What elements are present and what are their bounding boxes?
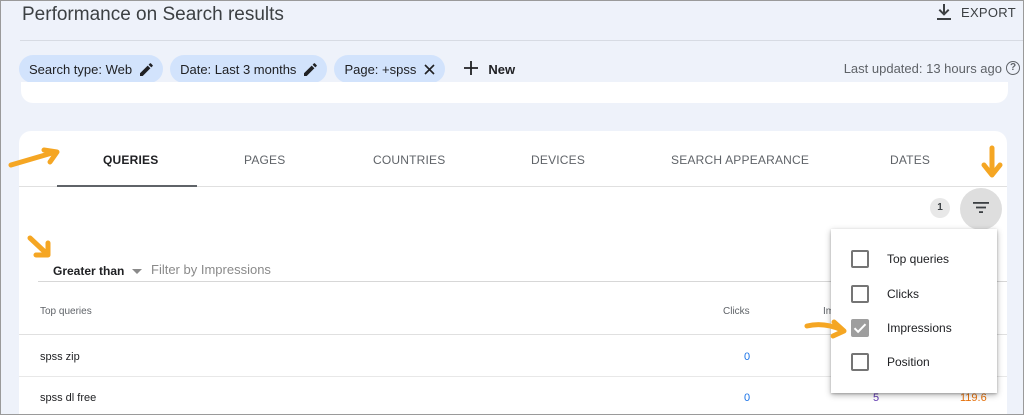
menu-item-label: Top queries bbox=[887, 252, 950, 266]
last-updated-text: Last updated: 13 hours ago bbox=[843, 61, 1002, 76]
filter-chips: Search type: Web Date: Last 3 months Pag… bbox=[19, 55, 515, 83]
position-cell: 119.6 bbox=[960, 392, 987, 404]
column-header-query[interactable]: Top queries bbox=[40, 306, 92, 317]
tab-search-appearance[interactable]: SEARCH APPEARANCE bbox=[671, 153, 809, 167]
menu-item-clicks[interactable]: Clicks bbox=[831, 277, 997, 311]
chip-label: Search type: Web bbox=[29, 61, 133, 77]
clicks-cell: 0 bbox=[744, 351, 751, 363]
pencil-icon[interactable] bbox=[304, 62, 318, 76]
pencil-icon[interactable] bbox=[140, 62, 153, 76]
checkbox-checked[interactable] bbox=[851, 319, 869, 337]
query-cell: spss dl free bbox=[40, 392, 97, 404]
filter-count-badge: 1 bbox=[930, 198, 950, 218]
search-type-chip[interactable]: Search type: Web bbox=[19, 55, 164, 83]
export-button[interactable]: EXPORT bbox=[936, 4, 1016, 20]
annotation-arrow-icon bbox=[981, 145, 1003, 178]
export-label: EXPORT bbox=[960, 4, 1016, 20]
clicks-cell: 0 bbox=[744, 392, 751, 404]
menu-item-impressions[interactable]: Impressions bbox=[831, 311, 997, 345]
dimension-tabs: QUERIES PAGES COUNTRIES DEVICES SEARCH A… bbox=[19, 131, 1007, 187]
tab-dates[interactable]: DATES bbox=[890, 153, 930, 167]
header-divider bbox=[20, 40, 1024, 41]
download-icon bbox=[936, 4, 951, 20]
date-chip[interactable]: Date: Last 3 months bbox=[170, 55, 328, 83]
query-cell: spss zip bbox=[40, 351, 80, 363]
impressions-cell: 5 bbox=[873, 392, 880, 404]
new-label: New bbox=[488, 61, 516, 77]
checkbox[interactable] bbox=[851, 353, 869, 371]
chip-label: Page: +spss bbox=[344, 61, 417, 77]
chart-card-bottom bbox=[21, 82, 1008, 103]
column-header-clicks[interactable]: Clicks bbox=[723, 306, 750, 317]
filter-list-icon bbox=[973, 200, 989, 218]
close-icon[interactable] bbox=[424, 63, 435, 75]
operator-select[interactable]: Greater than bbox=[53, 264, 143, 278]
tab-countries[interactable]: COUNTRIES bbox=[373, 153, 445, 167]
tab-devices[interactable]: DEVICES bbox=[531, 153, 585, 167]
checkbox[interactable] bbox=[851, 285, 869, 303]
page-chip[interactable]: Page: +spss bbox=[334, 55, 446, 83]
check-icon bbox=[853, 323, 867, 334]
new-filter-button[interactable]: New bbox=[464, 60, 516, 78]
menu-item-top-queries[interactable]: Top queries bbox=[831, 242, 997, 276]
menu-item-label: Impressions bbox=[887, 321, 952, 335]
checkbox[interactable] bbox=[851, 250, 869, 268]
chip-label: Date: Last 3 months bbox=[180, 61, 297, 77]
annotation-arrow-icon bbox=[8, 147, 60, 168]
menu-item-label: Clicks bbox=[887, 287, 919, 301]
annotation-arrow-icon bbox=[804, 319, 847, 339]
page-title: Performance on Search results bbox=[22, 4, 284, 25]
tab-pages[interactable]: PAGES bbox=[244, 153, 285, 167]
help-icon[interactable]: ? bbox=[1006, 61, 1020, 75]
metric-filter-menu: Top queries Clicks Impressions Position bbox=[831, 229, 997, 393]
operator-value: Greater than bbox=[53, 264, 125, 278]
annotation-arrow-icon bbox=[27, 235, 51, 258]
caret-down-icon bbox=[132, 268, 143, 274]
menu-item-label: Position bbox=[887, 355, 930, 369]
filter-rows-button[interactable] bbox=[960, 188, 1002, 230]
impressions-filter-input[interactable] bbox=[151, 262, 851, 277]
active-tab-indicator bbox=[57, 185, 197, 187]
plus-icon bbox=[464, 60, 479, 78]
tab-queries[interactable]: QUERIES bbox=[103, 153, 158, 167]
menu-item-position[interactable]: Position bbox=[831, 345, 997, 379]
